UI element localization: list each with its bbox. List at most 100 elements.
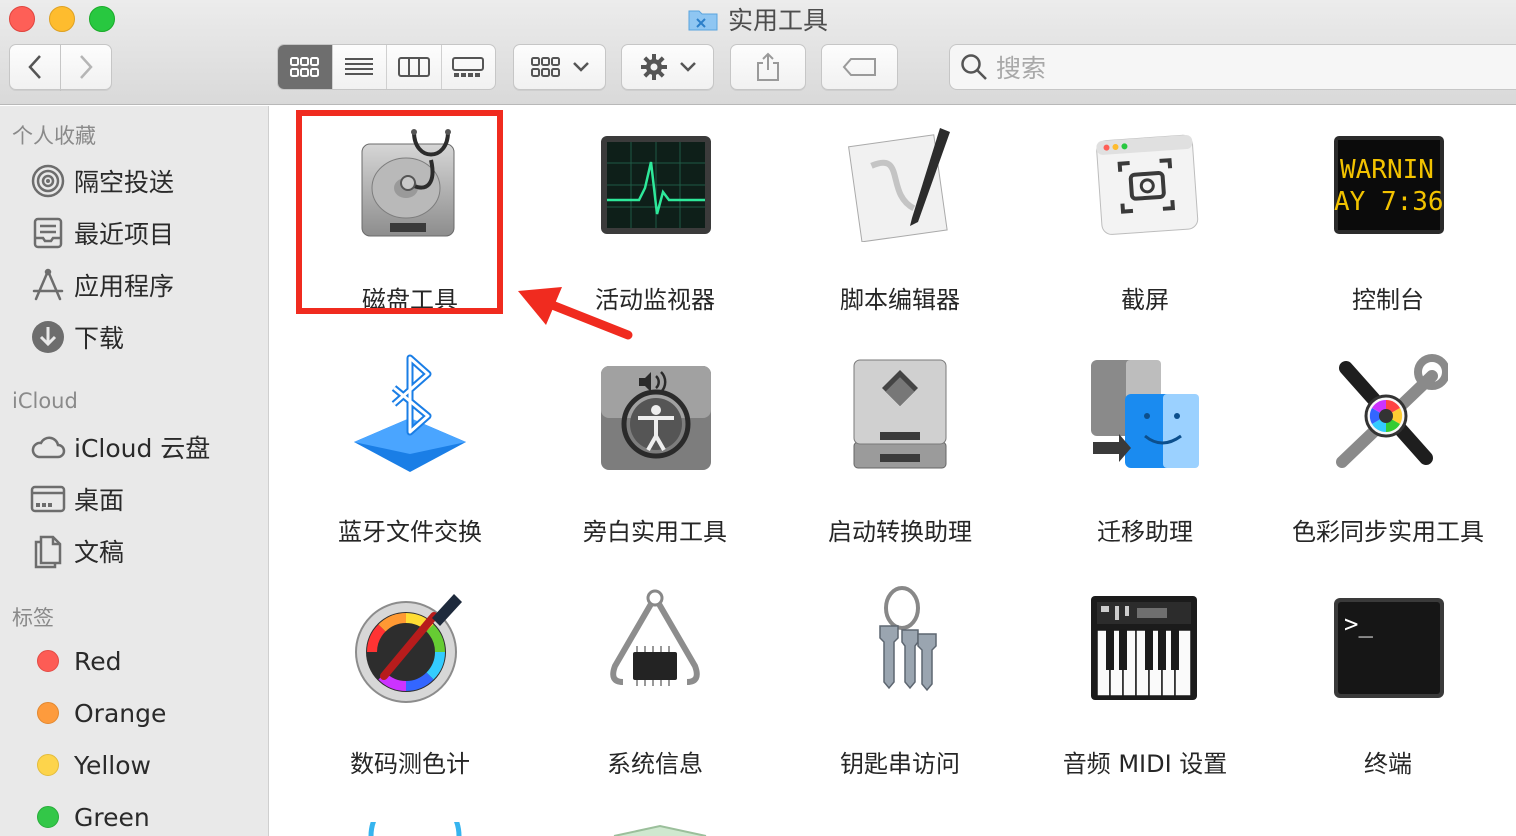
sidebar-section-favorites: 个人收藏 bbox=[12, 124, 96, 148]
screenshot-icon bbox=[1096, 134, 1199, 235]
search-icon bbox=[961, 54, 987, 80]
tag-icon bbox=[842, 58, 876, 76]
app-voiceover-utility[interactable]: 旁白实用工具 bbox=[540, 354, 770, 554]
window-title-area: 实用工具 bbox=[0, 2, 1516, 36]
sidebar-item-recents[interactable]: 最近项目 bbox=[30, 213, 174, 253]
red-tag-dot-icon bbox=[37, 650, 59, 672]
sidebar-item-label: 最近项目 bbox=[74, 220, 175, 249]
icloud-drive-icon bbox=[31, 436, 66, 459]
console-screen-text-1: WARNIN bbox=[1340, 155, 1434, 185]
sidebar-item-airdrop[interactable]: 隔空投送 bbox=[30, 161, 174, 201]
documents-icon bbox=[34, 535, 62, 569]
app-label: 系统信息 bbox=[607, 750, 703, 778]
app-label: 旁白实用工具 bbox=[583, 518, 727, 546]
app-digital-color-meter[interactable]: 数码测色计 bbox=[295, 586, 525, 786]
app-label: 控制台 bbox=[1352, 286, 1424, 314]
icon-grid-icon bbox=[289, 57, 319, 77]
gallery-view-button[interactable] bbox=[440, 45, 496, 89]
highlight-box bbox=[296, 110, 503, 314]
sidebar-tag-green[interactable]: Green bbox=[30, 797, 150, 836]
action-menu-button[interactable] bbox=[621, 44, 714, 90]
app-label: 迁移助理 bbox=[1097, 518, 1193, 546]
downloads-icon bbox=[32, 321, 64, 353]
system-information-icon bbox=[610, 589, 700, 686]
migration-assistant-icon bbox=[1091, 360, 1199, 468]
app-keychain-access[interactable]: 钥匙串访问 bbox=[785, 586, 1015, 786]
app-bluetooth-file-exchange[interactable]: 蓝牙文件交换 bbox=[295, 354, 525, 554]
tags-button[interactable] bbox=[821, 44, 898, 90]
app-label: 启动转换助理 bbox=[828, 518, 972, 546]
group-by-button[interactable] bbox=[513, 44, 606, 90]
icon-view-button[interactable] bbox=[278, 45, 332, 89]
window-title: 实用工具 bbox=[727, 6, 828, 35]
sidebar-item-icloud-drive[interactable]: iCloud 云盘 bbox=[30, 427, 210, 467]
airdrop-icon bbox=[31, 164, 65, 198]
voiceover-utility-icon bbox=[601, 366, 711, 470]
app-colorsync-utility[interactable]: 色彩同步实用工具 bbox=[1273, 354, 1503, 554]
red-arrow-icon bbox=[518, 287, 633, 340]
sidebar-tag-yellow[interactable]: Yellow bbox=[30, 745, 151, 785]
terminal-icon: >_ bbox=[1334, 598, 1444, 698]
share-button[interactable] bbox=[730, 44, 806, 90]
window-toolbar: 实用工具 搜索 bbox=[0, 0, 1516, 105]
boot-camp-assistant-icon bbox=[853, 359, 947, 469]
app-terminal[interactable]: >_ 终端 bbox=[1273, 586, 1503, 786]
group-grid-icon bbox=[530, 57, 560, 77]
app-label: 脚本编辑器 bbox=[840, 286, 960, 314]
app-boot-camp-assistant[interactable]: 启动转换助理 bbox=[785, 354, 1015, 554]
sidebar: 个人收藏 隔空投送 最近项目 应用程序 下载 iCloud iCloud 云盘 … bbox=[0, 106, 269, 836]
sidebar-tag-orange[interactable]: Orange bbox=[30, 693, 166, 733]
chevron-right-icon bbox=[80, 55, 93, 79]
chevron-down-icon bbox=[572, 62, 589, 72]
chevron-left-icon bbox=[28, 55, 41, 79]
app-screenshot[interactable]: 截屏 bbox=[1030, 122, 1260, 322]
column-view-button[interactable] bbox=[386, 45, 441, 89]
applications-icon bbox=[32, 268, 64, 301]
app-label: 色彩同步实用工具 bbox=[1292, 518, 1484, 546]
sidebar-item-applications[interactable]: 应用程序 bbox=[30, 265, 174, 305]
app-label: 截屏 bbox=[1121, 286, 1169, 314]
desktop-icon bbox=[30, 485, 66, 513]
colorsync-utility-icon bbox=[1336, 354, 1448, 468]
sidebar-item-label: Green bbox=[74, 802, 150, 832]
green-tag-dot-icon bbox=[37, 806, 59, 828]
console-icon: WARNIN AY 7:36 bbox=[1334, 136, 1444, 234]
partial-app-icon bbox=[613, 824, 707, 836]
gallery-icon bbox=[452, 57, 485, 77]
orange-tag-dot-icon bbox=[37, 702, 59, 724]
app-label: 钥匙串访问 bbox=[840, 750, 960, 778]
sidebar-item-desktop[interactable]: 桌面 bbox=[30, 479, 124, 519]
script-editor-icon bbox=[848, 128, 950, 242]
terminal-prompt-text: >_ bbox=[1344, 610, 1373, 638]
search-placeholder: 搜索 bbox=[996, 54, 1047, 83]
app-audio-midi-setup[interactable]: 音频 MIDI 设置 bbox=[1030, 586, 1260, 786]
app-system-information[interactable]: 系统信息 bbox=[540, 586, 770, 786]
view-mode-switcher bbox=[277, 44, 496, 90]
gear-icon bbox=[640, 54, 667, 80]
sidebar-tag-red[interactable]: Red bbox=[30, 641, 122, 681]
audio-midi-setup-icon bbox=[1091, 596, 1197, 700]
app-console[interactable]: WARNIN AY 7:36 控制台 bbox=[1273, 122, 1503, 322]
list-view-button[interactable] bbox=[331, 45, 387, 89]
sidebar-item-label: 应用程序 bbox=[74, 272, 175, 301]
search-field[interactable]: 搜索 bbox=[949, 44, 1516, 90]
sidebar-item-label: iCloud 云盘 bbox=[74, 434, 211, 463]
yellow-tag-dot-icon bbox=[37, 754, 59, 776]
forward-button[interactable] bbox=[60, 44, 112, 90]
sidebar-item-documents[interactable]: 文稿 bbox=[30, 531, 124, 571]
back-button[interactable] bbox=[9, 44, 61, 90]
recents-icon bbox=[33, 217, 63, 249]
sidebar-item-downloads[interactable]: 下载 bbox=[30, 317, 124, 357]
app-label: 音频 MIDI 设置 bbox=[1062, 750, 1228, 778]
sidebar-item-label: Yellow bbox=[74, 750, 151, 780]
sidebar-item-label: 下载 bbox=[74, 324, 125, 353]
sidebar-item-label: 文稿 bbox=[74, 538, 125, 567]
bluetooth-file-exchange-icon bbox=[354, 354, 466, 472]
utilities-folder-icon bbox=[688, 10, 718, 31]
app-script-editor[interactable]: 脚本编辑器 bbox=[785, 122, 1015, 322]
share-icon bbox=[757, 52, 779, 81]
app-label: 终端 bbox=[1364, 750, 1412, 778]
app-migration-assistant[interactable]: 迁移助理 bbox=[1030, 354, 1260, 554]
sidebar-item-label: 桌面 bbox=[74, 486, 125, 515]
keychain-access-icon bbox=[879, 586, 937, 692]
